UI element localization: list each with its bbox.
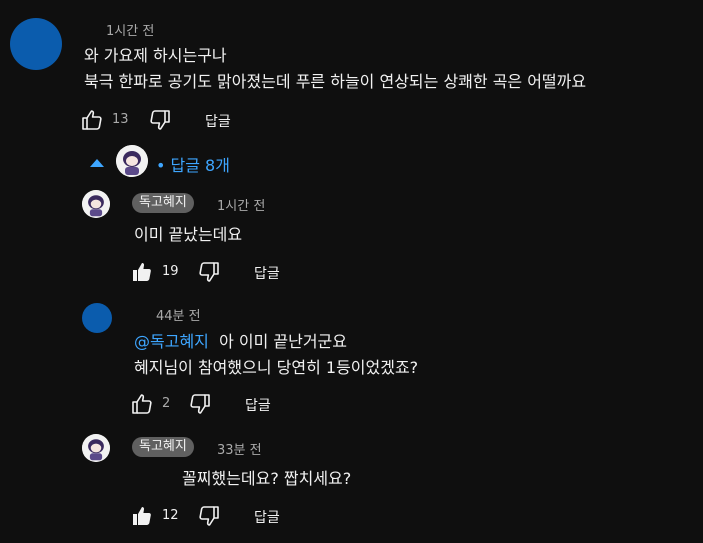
reply-text: 이미 끝났는데요 <box>134 225 243 244</box>
avatar[interactable] <box>10 18 62 70</box>
thumbs-up-filled-icon <box>133 263 151 281</box>
thumbs-up-filled-icon <box>133 507 151 525</box>
reply-avatar-image <box>82 434 110 462</box>
reply-text: 꼴찌했는데요? 짭치세요? <box>182 469 352 488</box>
author-badge[interactable]: 독고혜지 <box>132 437 194 457</box>
reply-time[interactable]: 1시간 전 <box>217 195 265 214</box>
creator-avatar <box>116 145 148 177</box>
reply-button[interactable]: 답글 <box>254 263 280 283</box>
creator-avatar-image <box>116 145 148 177</box>
like-button[interactable] <box>130 504 154 528</box>
reply-button[interactable]: 답글 <box>254 507 280 527</box>
reply-time[interactable]: 44분 전 <box>156 305 201 324</box>
reply-text-line-1: @독고혜지 아 이미 끝난거군요 <box>134 331 347 353</box>
thumbs-down-icon <box>199 506 219 526</box>
reply-button[interactable]: 답글 <box>205 111 231 131</box>
comment-line-2: 북극 한파로 공기도 맑아졌는데 푸른 하늘이 연상되는 상쾌한 곡은 어떨까요 <box>84 72 587 91</box>
dislike-button[interactable] <box>197 504 221 528</box>
thumbs-up-icon <box>82 110 102 130</box>
collapse-replies-button[interactable] <box>88 156 106 170</box>
like-button[interactable] <box>130 260 154 284</box>
comment-line-1: 와 가요제 하시는구나 <box>84 46 227 65</box>
reply-text-line-2: 혜지님이 참여했으니 당연히 1등이었겠죠? <box>134 358 419 377</box>
reply-avatar-image <box>82 190 110 218</box>
thumbs-down-icon <box>199 262 219 282</box>
like-count: 13 <box>112 112 129 127</box>
replies-toggle-label[interactable]: • 답글 8개 <box>156 152 230 176</box>
reply-avatar[interactable] <box>82 303 112 333</box>
like-count: 2 <box>162 396 171 411</box>
reply-avatar[interactable] <box>82 190 110 218</box>
author-badge[interactable]: 독고혜지 <box>132 193 194 213</box>
like-count: 19 <box>162 264 179 279</box>
reply-text: 아 이미 끝난거군요 <box>219 332 347 351</box>
like-count: 12 <box>162 508 179 523</box>
dislike-button[interactable] <box>197 260 221 284</box>
reply-time[interactable]: 33분 전 <box>217 439 262 458</box>
like-button[interactable] <box>130 392 154 416</box>
dislike-button[interactable] <box>188 392 212 416</box>
reply-avatar[interactable] <box>82 434 110 462</box>
comment-time[interactable]: 1시간 전 <box>106 20 154 39</box>
thumbs-up-icon <box>132 394 152 414</box>
mention-link[interactable]: @독고혜지 <box>134 332 209 351</box>
thumbs-down-icon <box>190 394 210 414</box>
dislike-button[interactable] <box>148 108 172 132</box>
reply-button[interactable]: 답글 <box>245 395 271 415</box>
thumbs-down-icon <box>150 110 170 130</box>
caret-up-icon <box>90 159 104 167</box>
like-button[interactable] <box>80 108 104 132</box>
